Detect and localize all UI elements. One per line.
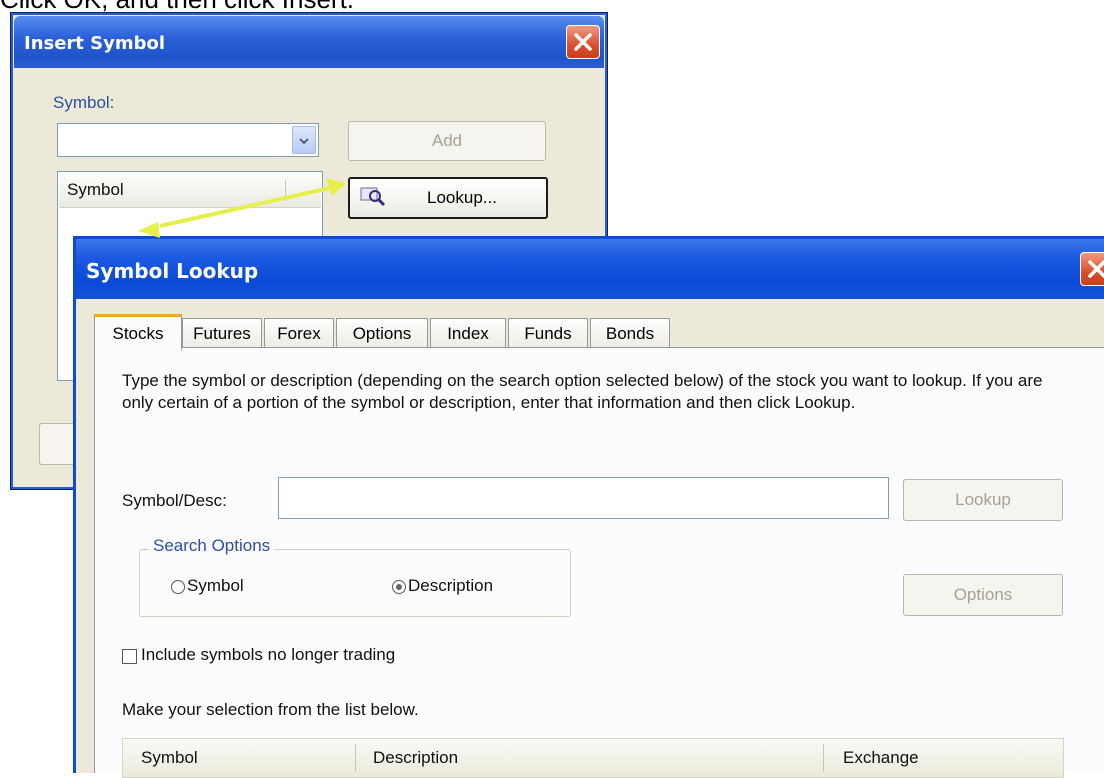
options-button[interactable]: Options: [903, 574, 1063, 616]
symbol-radio-label: Symbol: [187, 576, 244, 595]
description-radio-label: Description: [408, 576, 494, 595]
description-radio[interactable]: [392, 580, 406, 594]
stocks-panel: Type the symbol or description (dependin…: [94, 347, 1104, 778]
add-button[interactable]: Add: [348, 121, 546, 161]
column-divider[interactable]: [355, 744, 356, 772]
column-symbol[interactable]: Symbol: [141, 748, 198, 768]
symbol-lookup-title: Symbol Lookup: [86, 259, 259, 283]
column-exchange[interactable]: Exchange: [843, 748, 919, 768]
close-icon[interactable]: [1080, 252, 1104, 286]
tab-forex[interactable]: Forex: [264, 318, 334, 348]
tab-funds[interactable]: Funds: [508, 318, 588, 348]
tab-stocks[interactable]: Stocks: [94, 314, 182, 350]
symbol-radio[interactable]: [171, 580, 185, 594]
selection-prompt: Make your selection from the list below.: [122, 700, 419, 719]
instructions-text: Type the symbol or description (dependin…: [122, 371, 1043, 412]
lookup-button-label: Lookup...: [427, 188, 497, 207]
selected-dot: [396, 584, 402, 590]
chevron-down-icon[interactable]: [292, 126, 316, 154]
results-header: Symbol Description Exchange: [122, 738, 1064, 778]
tab-options[interactable]: Options: [336, 318, 428, 348]
symbol-combobox[interactable]: [57, 123, 319, 157]
tab-bonds[interactable]: Bonds: [590, 318, 670, 348]
tab-futures[interactable]: Futures: [182, 318, 262, 348]
symbol-list-header: Symbol: [59, 173, 321, 208]
lookup-search-button[interactable]: Lookup: [903, 479, 1063, 521]
column-divider[interactable]: [823, 744, 824, 772]
search-options-group: Search Options Symbol Description: [139, 536, 571, 617]
symbol-lookup-titlebar[interactable]: Symbol Lookup: [76, 239, 1104, 299]
insert-symbol-title: Insert Symbol: [24, 33, 166, 54]
symbol-desc-input[interactable]: [278, 477, 889, 519]
symbol-desc-label: Symbol/Desc:: [122, 491, 227, 510]
close-icon[interactable]: [566, 25, 600, 59]
symbol-column-header: Symbol: [67, 180, 124, 199]
include-checkbox[interactable]: [122, 649, 137, 664]
symbol-lookup-dialog: Symbol Lookup Stocks Futures Forex Optio…: [73, 236, 1104, 778]
search-options-title: Search Options: [149, 536, 275, 556]
column-description[interactable]: Description: [373, 748, 458, 768]
tab-index[interactable]: Index: [430, 318, 506, 348]
lookup-button[interactable]: Lookup...: [348, 177, 548, 219]
column-divider: [285, 179, 286, 201]
include-checkbox-label: Include symbols no longer trading: [141, 645, 396, 664]
insert-symbol-titlebar[interactable]: Insert Symbol: [14, 16, 604, 68]
lookup-icon: [360, 185, 386, 212]
symbol-label: Symbol:: [53, 93, 115, 112]
